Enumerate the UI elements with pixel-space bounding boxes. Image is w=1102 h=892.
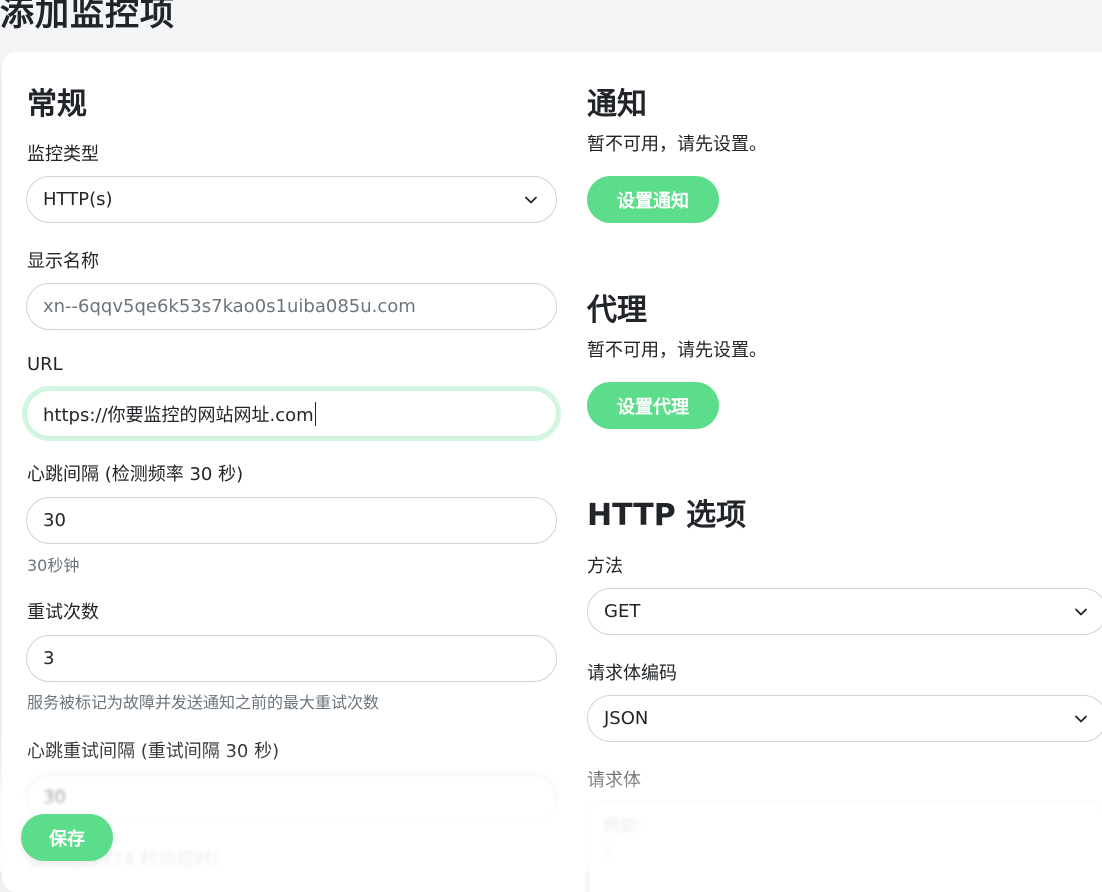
retry-interval-label: 心跳重试间隔 (重试间隔 30 秒): [27, 741, 280, 762]
http-options-section-title: HTTP 选项: [587, 498, 747, 533]
monitor-type-value: HTTP(s): [43, 189, 113, 210]
request-body-placeholder-line-2: {: [604, 842, 615, 861]
monitor-type-label: 监控类型: [27, 144, 99, 165]
body-encoding-select[interactable]: JSON: [587, 695, 1102, 742]
retry-interval-value: 30: [43, 787, 66, 808]
method-label: 方法: [587, 556, 623, 577]
body-encoding-label: 请求体编码: [587, 663, 677, 684]
add-monitor-card: 常规 监控类型 HTTP(s) 显示名称 xn--6qqv5qe6k53s7ka…: [2, 52, 1102, 892]
heartbeat-interval-help: 30秒钟: [27, 556, 80, 575]
retries-help: 服务被标记为故障并发送通知之前的最大重试次数: [27, 693, 380, 712]
page-title: 添加监控项: [0, 0, 175, 34]
chevron-down-icon: [1075, 608, 1087, 615]
request-body-label: 请求体: [587, 770, 641, 791]
retries-input[interactable]: 3: [26, 635, 557, 682]
url-value: https://你要监控的网站网址.com: [43, 404, 314, 426]
chevron-down-icon: [1075, 715, 1087, 722]
heartbeat-interval-label: 心跳间隔 (检测频率 30 秒): [27, 464, 244, 485]
notifications-status-text: 暂不可用，请先设置。: [587, 134, 767, 155]
setup-proxy-button[interactable]: 设置代理: [587, 382, 719, 429]
retry-interval-input[interactable]: 30: [26, 774, 557, 821]
setup-notification-button[interactable]: 设置通知: [587, 176, 719, 223]
body-encoding-value: JSON: [604, 708, 649, 729]
method-value: GET: [604, 601, 641, 622]
retries-value: 3: [43, 648, 55, 669]
url-label: URL: [27, 354, 63, 375]
method-select[interactable]: GET: [587, 588, 1102, 635]
text-cursor: [314, 401, 316, 426]
request-body-placeholder-line-1: 例如:: [604, 816, 642, 835]
url-input[interactable]: https://你要监控的网站网址.com: [26, 390, 557, 437]
proxy-section-title: 代理: [587, 293, 647, 328]
heartbeat-interval-value: 30: [43, 510, 66, 531]
notifications-section-title: 通知: [587, 87, 647, 122]
proxy-status-text: 暂不可用，请先设置。: [587, 340, 767, 361]
monitor-type-select[interactable]: HTTP(s): [26, 176, 557, 223]
request-body-textarea[interactable]: 例如: {: [587, 802, 1102, 892]
general-section-title: 常规: [27, 87, 87, 122]
display-name-value: xn--6qqv5qe6k53s7kao0s1uiba085u.com: [43, 296, 416, 317]
save-button[interactable]: 保存: [21, 814, 113, 861]
chevron-down-icon: [525, 196, 537, 203]
retries-label: 重试次数: [27, 602, 99, 623]
heartbeat-interval-input[interactable]: 30: [26, 497, 557, 544]
display-name-label: 显示名称: [27, 251, 99, 272]
display-name-input[interactable]: xn--6qqv5qe6k53s7kao0s1uiba085u.com: [26, 283, 557, 330]
